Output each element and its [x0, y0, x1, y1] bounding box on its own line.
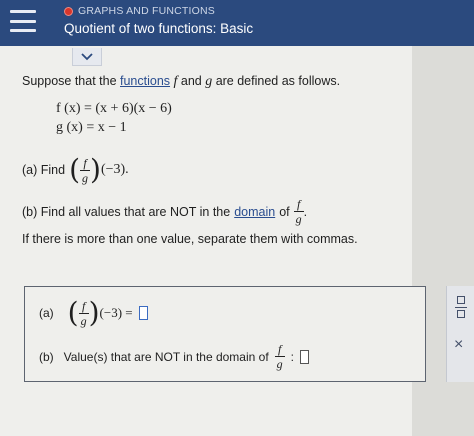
f-over-g-fraction: f g [78, 298, 89, 328]
app-header: GRAPHS AND FUNCTIONS Quotient of two fun… [0, 0, 474, 46]
fraction-numerator: f [278, 342, 282, 356]
equation-f: f (x) = (x + 6)(x − 6) [56, 101, 172, 116]
f-over-g-fraction: f g [80, 155, 91, 185]
answer-b-row: (b) Value(s) that are NOT in the domain … [39, 342, 310, 371]
collapse-button[interactable] [72, 48, 102, 66]
left-paren: ( [67, 296, 79, 329]
right-paren: ) [90, 153, 101, 186]
fraction-denominator: g [276, 357, 283, 371]
status-dot-icon [64, 6, 73, 16]
domain-link[interactable]: domain [234, 205, 275, 219]
answer-b-input[interactable] [300, 349, 310, 364]
topic-label: GRAPHS AND FUNCTIONS [64, 5, 215, 17]
answer-b-text: Value(s) that are NOT in the domain of [63, 349, 269, 364]
intro-suffix: are defined as follows. [212, 74, 341, 88]
equation-g: g (x) = x − 1 [56, 120, 127, 135]
functions-link[interactable]: functions [120, 74, 170, 88]
math-toolbar: × [446, 286, 474, 382]
fraction-numerator: f [296, 197, 301, 211]
part-b-question: (b) Find all values that are NOT in the … [22, 198, 307, 225]
part-a-question: (a) Find ( f g ) (−3). [22, 156, 129, 184]
right-paren: ) [88, 296, 100, 329]
answer-a-input[interactable] [138, 306, 148, 320]
left-paren: ( [69, 153, 81, 186]
chevron-down-icon [81, 53, 93, 61]
intro-prefix: Suppose that the [22, 74, 120, 88]
fraction-denominator: g [295, 212, 302, 226]
part-a-argument: (−3). [100, 162, 129, 177]
answer-a-row: (a) ( f g ) (−3) = [39, 299, 148, 327]
f-over-g-fraction: f g [274, 342, 285, 371]
clear-icon[interactable]: × [454, 336, 463, 354]
answer-b-label: (b) [39, 349, 54, 364]
problem-intro: Suppose that the functions f and g are d… [22, 74, 340, 90]
topic-text: GRAPHS AND FUNCTIONS [78, 5, 216, 17]
answer-a-expression: (−3) = [99, 305, 133, 320]
menu-icon[interactable] [10, 8, 36, 34]
answer-area: (a) ( f g ) (−3) = (b) Value(s) that are… [24, 286, 426, 382]
f-over-g-fraction: f g [293, 197, 304, 226]
instructions: If there is more than one value, separat… [22, 232, 358, 246]
part-b-of: of [279, 204, 290, 219]
answer-b-colon: : [290, 349, 295, 364]
answer-a-label: (a) [39, 306, 54, 320]
fraction-numerator: f [81, 298, 86, 313]
part-a-label: (a) Find [22, 163, 66, 177]
part-b-period: . [303, 204, 308, 219]
part-b-label: (b) Find all values that are NOT in the [22, 204, 231, 219]
fraction-tool-icon[interactable] [455, 296, 467, 318]
page-title: Quotient of two functions: Basic [64, 21, 254, 36]
intro-middle: and [177, 74, 206, 88]
fraction-denominator: g [80, 313, 87, 328]
fraction-denominator: g [82, 170, 89, 185]
fraction-numerator: f [83, 155, 87, 170]
